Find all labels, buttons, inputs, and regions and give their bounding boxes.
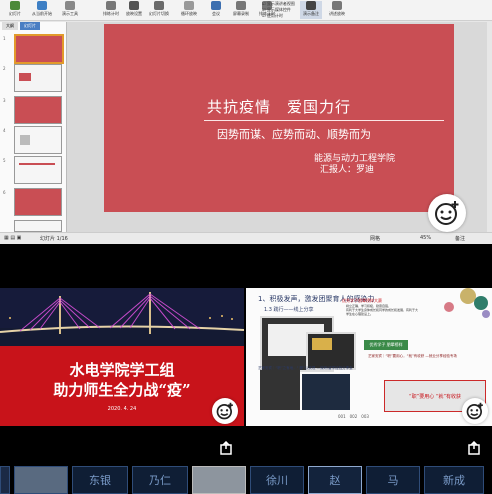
screenshot-thumb	[260, 370, 300, 410]
slide-title: 共抗疫情 爱国力行	[206, 98, 351, 116]
settings-icon	[129, 1, 139, 10]
thumb-number: 6	[3, 190, 6, 195]
decor-bubble	[444, 302, 454, 312]
ribbon-btn-3[interactable]: 排练计时	[100, 1, 122, 19]
record-icon	[236, 1, 246, 10]
badge-green: 优秀学子 朋辈榜样	[364, 340, 408, 350]
timer-icon	[106, 1, 116, 10]
card2-line: 学生在心理建设上。	[346, 312, 374, 316]
play-icon	[10, 1, 20, 10]
tab-outline[interactable]: 大纲	[2, 22, 18, 30]
share-button-2[interactable]	[468, 440, 480, 455]
card2-subtitle: 1.3 践行——线上分享	[264, 307, 314, 313]
thumb-slide-5[interactable]	[14, 156, 62, 184]
ribbon-btn-5[interactable]: 幻灯片切换	[146, 1, 172, 19]
thumb-number: 5	[3, 158, 6, 163]
ribbon-btn-2[interactable]: 演示工具	[58, 1, 82, 19]
strip-tile[interactable]: 东银	[72, 466, 128, 494]
smiley-plus-icon	[435, 201, 459, 225]
card1-reaction-button[interactable]	[212, 398, 238, 424]
slide-reporter: 汇报人：罗迪	[320, 165, 375, 175]
ribbon-btn-11[interactable]: 讲述放映	[326, 1, 348, 19]
page-number: 001	[338, 414, 346, 419]
screenshot-thumb	[302, 374, 350, 410]
slide-divider	[204, 120, 444, 121]
page-number: 002	[349, 414, 358, 419]
notes-icon	[306, 1, 316, 10]
narrate-icon	[332, 1, 342, 10]
status-bar: ▦ ▤ ▣ 幻灯片 1/16 网格 45% 备注	[0, 232, 492, 244]
strip-tile-selected[interactable]: 赵	[308, 466, 362, 494]
strip-tile-photo[interactable]	[192, 466, 246, 494]
thumb-number: 3	[3, 98, 6, 103]
strip-tile[interactable]: 乃仁	[132, 466, 188, 494]
thumb-number: 4	[3, 128, 6, 133]
screenshot-thumb	[306, 332, 356, 370]
share-button-1[interactable]	[220, 440, 232, 455]
status-slide-count: 幻灯片 1/16	[40, 236, 68, 242]
ribbon-btn-4[interactable]: 放映设置	[124, 1, 144, 19]
card1-title-line2: 助力师生全力战“疫”	[53, 381, 191, 399]
thumb-number: 1	[3, 36, 6, 41]
page-number: 003	[361, 414, 369, 419]
thumb-slide-4[interactable]	[14, 126, 62, 154]
panel-tabs: 大纲 幻灯片	[2, 22, 62, 30]
view-buttons[interactable]: ▦ ▤ ▣	[4, 235, 21, 241]
strip-tile[interactable]: 新成	[424, 466, 484, 494]
check-timing[interactable]: ☑ 使用计时	[262, 13, 300, 19]
decor-bubble	[482, 310, 490, 318]
ribbon-toolbar: 幻灯片 从当前开始 演示工具 排练计时 放映设置 幻灯片切换 循环放映 会议 屏…	[0, 0, 492, 21]
slide-subtitle: 因势而谋、应势而动、顺势而为	[217, 128, 371, 141]
smiley-plus-icon	[216, 402, 233, 420]
smiley-plus-icon	[466, 402, 483, 420]
tab-slides[interactable]: 幻灯片	[20, 22, 40, 30]
strip-tile[interactable]: 徐川	[250, 466, 304, 494]
slide-thumbnail-panel: 大纲 幻灯片 1 2 3 4 5 6	[0, 22, 67, 232]
meeting-icon	[211, 1, 221, 10]
ribbon-btn-7[interactable]: 会议	[206, 1, 226, 19]
share-icon	[468, 440, 480, 455]
ribbon-btn-6[interactable]: 循环放映	[178, 1, 200, 19]
screenshot-inner	[312, 338, 332, 350]
thumb-number: 2	[3, 66, 6, 71]
status-theme: 网格	[370, 236, 381, 242]
thumb-slide-3[interactable]	[14, 96, 62, 124]
share-icon	[220, 440, 232, 455]
ribbon-btn-10[interactable]: 演示备注	[300, 1, 322, 19]
strip-tile[interactable]	[0, 466, 10, 494]
reaction-button[interactable]	[428, 194, 466, 232]
play-current-icon	[37, 1, 47, 10]
decor-bubble	[474, 296, 488, 310]
card2-badge-text: 艺家安宾｜“职”要用心，“就”有收获 —就业分享经验专场	[368, 354, 457, 358]
thumb-slide-2[interactable]	[14, 64, 62, 92]
card1-title-line1: 水电学院学工组	[69, 361, 175, 379]
card2-badge-text: 艺家安宾｜“职”之有地，“ 服”以实现 —保研/留学经验分享会	[258, 366, 353, 370]
status-notes: 备注	[455, 236, 466, 242]
ppt-editor-photo[interactable]: 幻灯片 从当前开始 演示工具 排练计时 放映设置 幻灯片切换 循环放映 会议 屏…	[0, 0, 492, 244]
transition-icon	[154, 1, 164, 10]
ribbon-btn-8[interactable]: 屏幕录制	[230, 1, 252, 19]
bridge-night-photo	[0, 288, 244, 354]
strip-tile[interactable]: 马	[366, 466, 420, 494]
ribbon-btn-0[interactable]: 幻灯片	[4, 1, 26, 19]
ribbon-btn-1[interactable]: 从当前开始	[30, 1, 54, 19]
thumb-slide-6[interactable]	[14, 188, 62, 216]
tools-icon	[65, 1, 75, 10]
loop-icon	[184, 1, 194, 10]
thumb-slide-1[interactable]	[14, 34, 64, 64]
news-card-1[interactable]: 水电学院学工组 助力师生全力战“疫” 2020. 4. 24	[0, 288, 244, 426]
current-slide[interactable]: 共抗疫情 爱国力行 因势而谋、应势而动、顺势而为 能源与动力工程学院 汇报人：罗…	[104, 24, 454, 212]
news-card-2[interactable]: 1、积极发声，激发团聚育人的感染力 1.3 践行——线上分享 优秀学子朋辈榜样大…	[246, 288, 492, 426]
status-zoom: 45%	[420, 235, 432, 241]
bridge-illustration	[0, 288, 244, 354]
strip-tile-photo[interactable]	[14, 466, 68, 494]
card2-reaction-button[interactable]	[462, 398, 488, 424]
thumb-slide-7[interactable]	[14, 220, 62, 232]
ribbon-checks: ☑ 显示演讲者视图 ☑ 显示媒体控件 ☑ 使用计时	[262, 1, 300, 19]
card1-date: 2020. 4. 24	[107, 406, 137, 412]
page-indicator: 001 002 003	[338, 414, 438, 424]
